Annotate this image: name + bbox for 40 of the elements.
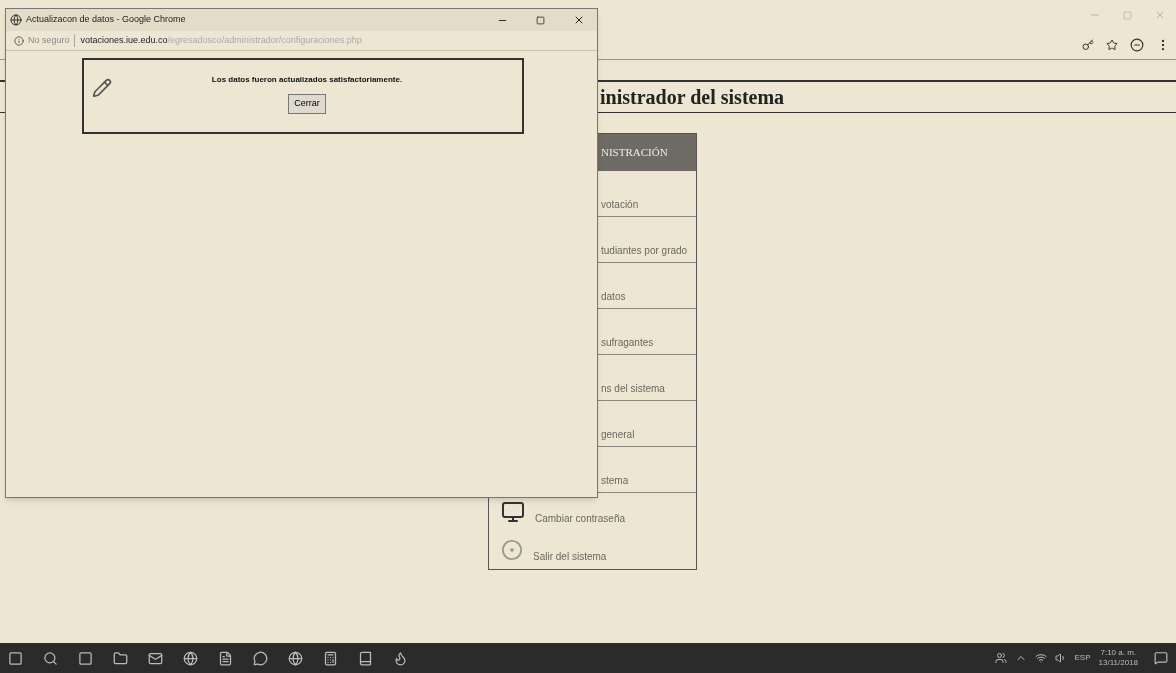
folder-icon[interactable] — [113, 650, 128, 666]
clock-date[interactable]: 13/11/2018 — [1098, 658, 1138, 668]
calculator-icon[interactable] — [323, 650, 338, 666]
window-title: Actualizacon de datos - Google Chrome — [26, 13, 186, 27]
menu-item[interactable]: votación — [601, 197, 639, 212]
key-icon[interactable] — [1082, 38, 1094, 51]
profile-icon[interactable] — [1130, 37, 1144, 52]
menu-item[interactable]: stema — [601, 473, 629, 488]
page-heading: inistrador del sistema — [600, 85, 785, 110]
flame-icon[interactable] — [393, 650, 408, 666]
language-indicator[interactable]: ESP — [1074, 652, 1091, 664]
network-icon[interactable] — [1034, 652, 1047, 664]
mail-icon[interactable] — [148, 650, 163, 666]
star-icon[interactable] — [1106, 38, 1118, 51]
menu-item[interactable]: datos — [601, 289, 626, 304]
maximize-icon[interactable] — [536, 15, 545, 25]
clock-time[interactable]: 7:10 a. m. — [1100, 648, 1137, 658]
volume-icon[interactable] — [1054, 652, 1067, 664]
info-icon — [14, 35, 24, 46]
book-icon[interactable] — [358, 650, 373, 666]
browser-icon[interactable] — [288, 650, 303, 666]
search-icon[interactable] — [43, 650, 58, 666]
close-button[interactable]: Cerrar — [288, 94, 326, 114]
security-label: No seguro — [28, 33, 75, 48]
people-icon[interactable] — [994, 652, 1007, 664]
address-bar[interactable]: votaciones.iue.edu.co/egresadosco/administrador/configuraciones.php — [80, 33, 362, 48]
menu-item[interactable]: Salir del sistema — [533, 536, 607, 564]
menu-item[interactable]: general — [601, 427, 635, 442]
message-text: Los datos fueron actualizados satisfactoriamente. — [211, 74, 403, 86]
menu-item[interactable]: sufragantes — [601, 335, 654, 350]
document-icon[interactable] — [218, 650, 233, 666]
menu-item[interactable]: Cambiar contraseña — [535, 498, 626, 526]
menu-header: NISTRACIÓN — [601, 145, 668, 161]
chat-icon[interactable] — [253, 650, 268, 666]
menu-item[interactable]: ns del sistema — [601, 381, 665, 396]
browser-icon — [10, 14, 22, 26]
globe-icon[interactable] — [183, 650, 198, 666]
menu-item[interactable]: tudiantes por grado — [601, 243, 688, 258]
notifications-icon[interactable] — [1154, 651, 1168, 665]
close-icon[interactable] — [573, 14, 585, 26]
